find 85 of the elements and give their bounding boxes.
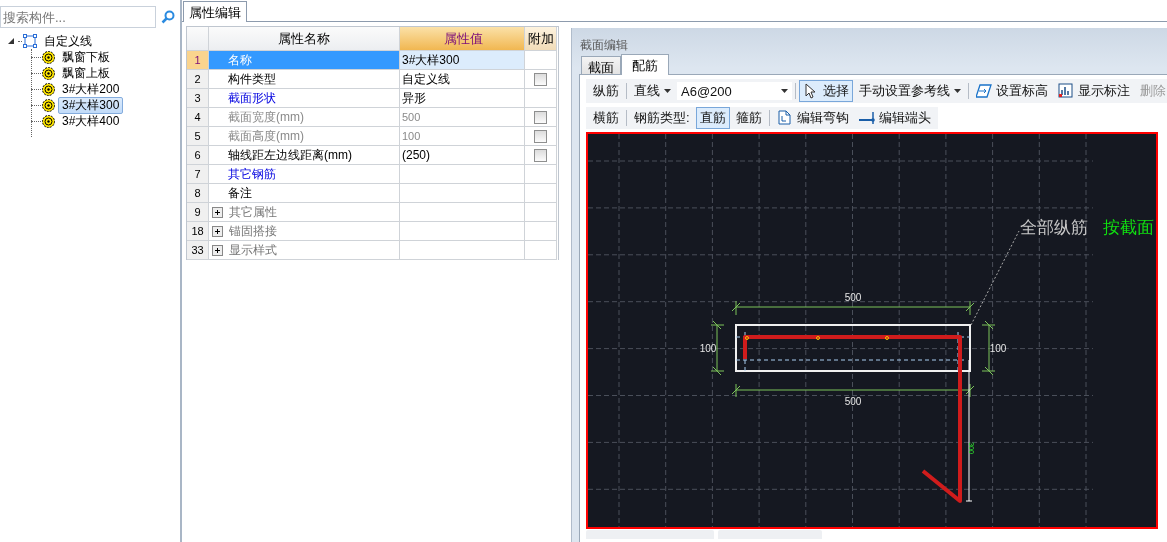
gear-icon [42,114,55,128]
row-number: 4 [187,108,209,127]
tree-item[interactable]: 飘窗下板 [58,48,114,66]
property-value: 100 [400,127,525,146]
dropdown-button[interactable]: 手动设置参考线 [855,82,965,100]
table-cell [525,241,557,260]
toolbar-button[interactable]: 选择 [799,80,853,102]
property-name: 构件类型 [209,70,400,89]
endpoint-icon [858,110,875,126]
toolbar-label: 纵筋 [592,82,620,100]
row-number: 7 [187,165,209,184]
checkbox[interactable] [534,110,547,124]
tree-item[interactable]: 3#大样200 [58,80,124,98]
dimension-label: 500 [844,396,862,407]
table-cell [525,222,557,241]
dimension-label: 100 [989,343,1007,354]
property-name: 截面高度(mm) [209,127,400,146]
property-name: 轴线距左边线距离(mm) [209,146,400,165]
table-cell [525,184,557,203]
row-number: 8 [187,184,209,203]
row-number: 9 [187,203,209,222]
search-icon [161,10,175,24]
table-cell [525,203,557,222]
property-name: 截面宽度(mm) [209,108,400,127]
toolbar-label: 横筋 [592,109,620,127]
search-field[interactable]: 搜索构件... [0,6,156,28]
row-number: 2 [187,70,209,89]
document-icon [776,110,793,126]
property-name: 其它钢筋 [209,165,400,184]
gear-icon [42,82,55,96]
property-value: (250) [400,146,525,165]
row-number: 5 [187,127,209,146]
tree-item[interactable]: 自定义线 [40,32,96,50]
callout-label: 全部纵筋 [1020,218,1088,237]
toolbar-button[interactable]: 编辑端头 [854,109,935,127]
toggle-button[interactable]: 箍筋 [731,109,766,127]
row-number: 3 [187,89,209,108]
column-header[interactable]: 属性值 [400,27,525,51]
property-value: 异形 [400,89,525,108]
tree-item[interactable]: 3#大样300 [58,96,124,114]
caret-icon [664,89,671,93]
gear-icon [42,66,55,80]
property-value: 自定义线 [400,70,525,89]
dimension-label: 100 [699,343,717,354]
caret-icon [954,89,961,93]
property-name: 显示样式 [229,241,277,259]
dropdown-button[interactable]: 直线 [630,82,675,100]
rectangle-icon [23,34,37,48]
callout-note: 按截面 [1103,218,1154,237]
gear-icon [42,98,55,112]
toggle-button[interactable]: 直筋 [695,107,730,129]
property-name: 名称 [209,51,400,70]
elevation-icon [976,83,992,99]
toolbar-button[interactable]: 显示标注 [1054,82,1134,100]
property-name: 锚固搭接 [229,222,277,240]
caret-icon [781,89,788,93]
dimension-label: 500 [844,292,862,303]
property-name: 备注 [209,184,400,203]
property-name: 截面形状 [209,89,400,108]
column-header[interactable]: 属性名称 [209,27,400,51]
tree-item[interactable]: 3#大样400 [58,112,124,130]
toolbar-button[interactable]: 设置标高 [972,82,1052,100]
panel-tab[interactable]: 属性编辑 [183,1,247,22]
property-value: 3#大样300 [400,51,525,70]
row-number: 1 [187,51,209,70]
toolbar-button[interactable]: 编辑弯钩 [772,109,853,127]
expander-icon[interactable] [8,38,14,44]
toolbar-label: 钢筋类型: [633,109,691,127]
property-value: 500 [400,108,525,127]
row-number: 6 [187,146,209,165]
combo-field[interactable]: A6@200 [677,82,792,100]
panel-title: 截面编辑 [580,37,629,51]
header-cell [187,27,209,51]
column-header[interactable]: 附加 [525,27,557,51]
editor-tab[interactable]: 截面 [581,56,621,74]
chart-icon [1058,83,1074,99]
tree-item[interactable]: 飘窗上板 [58,64,114,82]
editor-tab[interactable]: 配筋 [621,54,669,75]
checkbox[interactable] [534,129,547,143]
checkbox[interactable] [534,148,547,162]
property-name: 其它属性 [229,203,277,221]
gear-icon [42,50,55,64]
checkbox[interactable] [534,72,547,86]
row-number: 18 [187,222,209,241]
row-number: 33 [187,241,209,260]
